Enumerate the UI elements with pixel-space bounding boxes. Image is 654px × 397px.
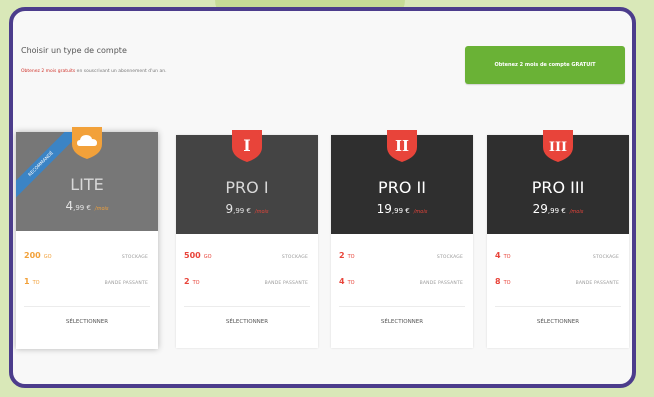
bandwidth-value: 1 xyxy=(24,277,30,286)
bandwidth-label: BANDE PASSANTE xyxy=(419,281,463,286)
price-period: /mois xyxy=(413,209,428,215)
pro-3-shield-icon: III xyxy=(543,130,573,162)
select-button[interactable]: SÉLECTIONNER xyxy=(16,319,158,325)
pro-1-shield-icon: I xyxy=(232,130,262,162)
bandwidth-value: 4 xyxy=(339,277,345,286)
bandwidth-label: BANDE PASSANTE xyxy=(575,281,619,286)
plan-name: PRO II xyxy=(378,178,426,197)
storage-label: STOCKAGE xyxy=(121,255,148,260)
select-button[interactable]: SÉLECTIONNER xyxy=(487,319,629,325)
bandwidth-row: 4 TO BANDE PASSANTE xyxy=(339,277,463,291)
bandwidth-unit: TO xyxy=(192,280,200,286)
plan-price: 29,99 €/mois xyxy=(487,202,629,216)
divider xyxy=(339,306,465,307)
cloud-icon xyxy=(72,127,102,159)
badge-numeral: II xyxy=(395,137,409,155)
price-integer: 9 xyxy=(225,202,234,216)
storage-value: 2 xyxy=(339,251,345,260)
price-integer: 29 xyxy=(532,202,548,216)
promo-rest: en souscrivant un abonnement d'un an. xyxy=(75,69,167,74)
price-decimal: ,99 € xyxy=(73,204,91,212)
price-decimal: ,99 € xyxy=(391,207,410,215)
storage-value: 4 xyxy=(495,251,501,260)
price-decimal: ,99 € xyxy=(233,207,251,215)
promo-highlight: Obtenez 2 mois gratuits xyxy=(21,69,76,74)
bandwidth-row: 2 TO BANDE PASSANTE xyxy=(184,277,308,291)
plan-name: PRO III xyxy=(531,178,585,197)
bandwidth-value: 2 xyxy=(184,277,190,286)
bandwidth-unit: TO xyxy=(347,280,355,286)
bandwidth-row: 1 TO BANDE PASSANTE xyxy=(24,277,148,291)
storage-label: STOCKAGE xyxy=(281,255,308,260)
storage-row: 200 GO STOCKAGE xyxy=(24,251,148,265)
plan-name: PRO I xyxy=(225,178,269,197)
divider xyxy=(495,306,621,307)
storage-value: 200 xyxy=(24,251,41,260)
plan-price: 9,99 €/mois xyxy=(176,202,318,216)
storage-unit: GO xyxy=(43,254,52,260)
price-integer: 19 xyxy=(376,202,392,216)
storage-row: 2 TO STOCKAGE xyxy=(339,251,463,265)
storage-unit: GO xyxy=(203,254,212,260)
storage-unit: TO xyxy=(347,254,355,260)
badge-numeral: III xyxy=(549,140,567,155)
plan-name: LITE xyxy=(70,175,104,194)
bandwidth-unit: TO xyxy=(32,280,40,286)
bandwidth-label: BANDE PASSANTE xyxy=(104,281,148,286)
plan-price: 19,99 €/mois xyxy=(331,202,473,216)
storage-label: STOCKAGE xyxy=(592,255,619,260)
divider xyxy=(24,306,150,307)
bandwidth-row: 8 TO BANDE PASSANTE xyxy=(495,277,619,291)
bandwidth-value: 8 xyxy=(495,277,501,286)
storage-label: STOCKAGE xyxy=(436,255,463,260)
bandwidth-unit: TO xyxy=(503,280,511,286)
select-button[interactable]: SÉLECTIONNER xyxy=(331,319,473,325)
price-period: /mois xyxy=(569,209,584,215)
storage-row: 500 GO STOCKAGE xyxy=(184,251,308,265)
pro-2-shield-icon: II xyxy=(387,130,417,162)
plan-card-pro-2[interactable]: PRO II 19,99 €/mois II 2 TO STOCKAGE 4 TO … xyxy=(331,130,473,348)
price-period: /mois xyxy=(254,209,269,215)
plan-price: 4,99 €/mois xyxy=(16,199,158,213)
bandwidth-label: BANDE PASSANTE xyxy=(264,281,308,286)
badge-numeral: I xyxy=(243,136,250,155)
page-title: Choisir un type de compte xyxy=(21,46,127,55)
price-period: /mois xyxy=(94,206,109,212)
storage-value: 500 xyxy=(184,251,201,260)
price-integer: 4 xyxy=(65,199,74,213)
storage-unit: TO xyxy=(503,254,511,260)
plan-card-pro-1[interactable]: PRO I 9,99 €/mois I 500 GO STOCKAGE 2 TO B… xyxy=(176,130,318,348)
plan-card-lite[interactable]: RECOMMANDÉ LITE 4,99 €/mois 200 GO STOCKA… xyxy=(16,127,158,349)
select-button[interactable]: SÉLECTIONNER xyxy=(176,319,318,325)
price-decimal: ,99 € xyxy=(547,207,566,215)
divider xyxy=(184,306,310,307)
storage-row: 4 TO STOCKAGE xyxy=(495,251,619,265)
account-type-panel: Choisir un type de compte Obtenez 2 mois… xyxy=(9,7,636,388)
promo-subtitle: Obtenez 2 mois gratuits en souscrivant u… xyxy=(21,69,167,74)
free-months-button[interactable]: Obtenez 2 mois de compte GRATUIT xyxy=(465,46,625,84)
plan-card-pro-3[interactable]: PRO III 29,99 €/mois III 4 TO STOCKAGE 8T… xyxy=(487,130,629,348)
